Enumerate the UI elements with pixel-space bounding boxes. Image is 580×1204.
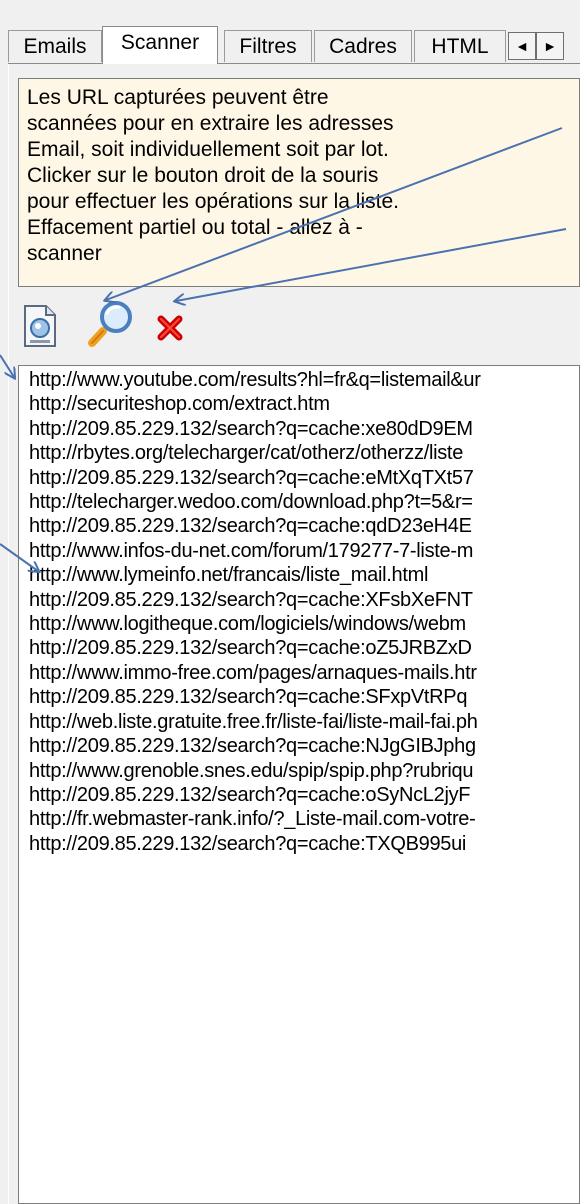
- url-list-item[interactable]: http://www.lymeinfo.net/francais/liste_m…: [29, 563, 579, 587]
- url-list-item[interactable]: http://www.grenoble.snes.edu/spip/spip.p…: [29, 759, 579, 783]
- page-button[interactable]: [22, 304, 58, 353]
- tab-filtres[interactable]: Filtres: [224, 30, 312, 62]
- tab-cadres[interactable]: Cadres: [314, 30, 412, 62]
- url-list-item[interactable]: http://209.85.229.132/search?q=cache:TXQ…: [29, 832, 579, 856]
- scan-search-button[interactable]: [86, 298, 136, 353]
- tab-scanner[interactable]: Scanner: [102, 26, 218, 64]
- url-list[interactable]: http://www.youtube.com/results?hl=fr&q=l…: [18, 365, 580, 1204]
- scanner-toolbar: [18, 290, 578, 362]
- arrow-left-icon: ◄: [515, 38, 529, 54]
- url-list-item[interactable]: http://209.85.229.132/search?q=cache:NJg…: [29, 734, 579, 758]
- url-list-item[interactable]: http://www.youtube.com/results?hl=fr&q=l…: [29, 368, 579, 392]
- tab-strip: Emails Scanner Filtres Cadres HTML ◄ ►: [8, 26, 580, 64]
- tab-scroll-right-button[interactable]: ►: [536, 32, 564, 60]
- url-list-item[interactable]: http://www.immo-free.com/pages/arnaques-…: [29, 661, 579, 685]
- url-list-item[interactable]: http://209.85.229.132/search?q=cache:xe8…: [29, 417, 579, 441]
- tab-html[interactable]: HTML: [414, 30, 506, 62]
- tab-emails[interactable]: Emails: [8, 30, 102, 62]
- url-list-item[interactable]: http://telecharger.wedoo.com/download.ph…: [29, 490, 579, 514]
- delete-x-icon: [157, 315, 183, 341]
- url-list-item[interactable]: http://209.85.229.132/search?q=cache:eMt…: [29, 466, 579, 490]
- url-list-item[interactable]: http://209.85.229.132/search?q=cache:oZ5…: [29, 636, 579, 660]
- page-icon: [24, 305, 56, 347]
- scanner-panel: Emails Scanner Filtres Cadres HTML ◄ ► L…: [0, 0, 580, 1204]
- url-list-item[interactable]: http://rbytes.org/telecharger/cat/otherz…: [29, 441, 579, 465]
- url-list-item[interactable]: http://fr.webmaster-rank.info/?_Liste-ma…: [29, 807, 579, 831]
- tab-scroll-left-button[interactable]: ◄: [508, 32, 536, 60]
- scanner-description: Les URL capturées peuvent être scannées …: [18, 78, 580, 287]
- arrow-right-icon: ►: [543, 38, 557, 54]
- url-list-item[interactable]: http://www.infos-du-net.com/forum/179277…: [29, 539, 579, 563]
- url-list-item[interactable]: http://209.85.229.132/search?q=cache:XFs…: [29, 588, 579, 612]
- url-list-item[interactable]: http://209.85.229.132/search?q=cache:oSy…: [29, 783, 579, 807]
- url-list-item[interactable]: http://209.85.229.132/search?q=cache:SFx…: [29, 685, 579, 709]
- url-list-item[interactable]: http://209.85.229.132/search?q=cache:qdD…: [29, 514, 579, 538]
- tab-divider: [8, 63, 580, 64]
- url-list-item[interactable]: http://securiteshop.com/extract.htm: [29, 392, 579, 416]
- delete-button[interactable]: [156, 314, 184, 347]
- magnifier-icon: [88, 301, 132, 347]
- url-list-item[interactable]: http://www.logitheque.com/logiciels/wind…: [29, 612, 579, 636]
- url-list-item[interactable]: http://web.liste.gratuite.free.fr/liste-…: [29, 710, 579, 734]
